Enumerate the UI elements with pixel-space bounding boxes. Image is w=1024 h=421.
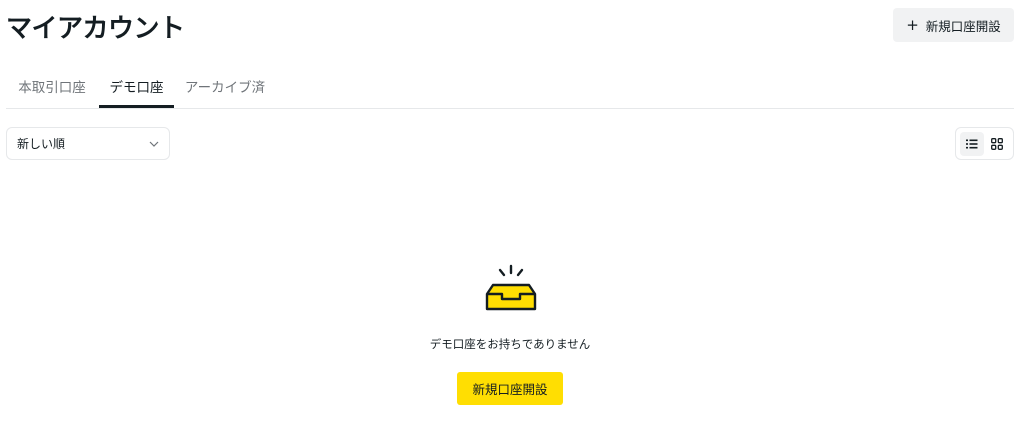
grid-view-icon xyxy=(991,137,1004,150)
chevron-down-icon xyxy=(149,137,159,150)
view-toggle xyxy=(955,127,1014,160)
list-view-button[interactable] xyxy=(959,131,984,156)
tab-demo-accounts[interactable]: デモ口座 xyxy=(99,64,174,108)
empty-tray-icon xyxy=(485,264,537,311)
list-view-icon xyxy=(965,139,978,148)
account-tabs: 本取引口座 デモ口座 アーカイブ済 xyxy=(6,64,1014,109)
empty-state-message: デモ口座をお持ちでありません xyxy=(429,337,591,351)
plus-icon: + xyxy=(906,15,919,34)
tab-real-accounts[interactable]: 本取引口座 xyxy=(6,64,98,107)
grid-view-button[interactable] xyxy=(985,132,1009,156)
tab-archived[interactable]: アーカイブ済 xyxy=(178,64,272,107)
sort-select-value: 新しい順 xyxy=(17,137,66,151)
page-title: マイアカウント xyxy=(6,14,185,44)
new-account-button[interactable]: + 新規口座開設 xyxy=(893,8,1014,42)
sort-select[interactable]: 新しい順 xyxy=(6,127,170,160)
create-account-button[interactable]: 新規口座開設 xyxy=(457,372,563,405)
new-account-button-label: 新規口座開設 xyxy=(925,18,1001,34)
